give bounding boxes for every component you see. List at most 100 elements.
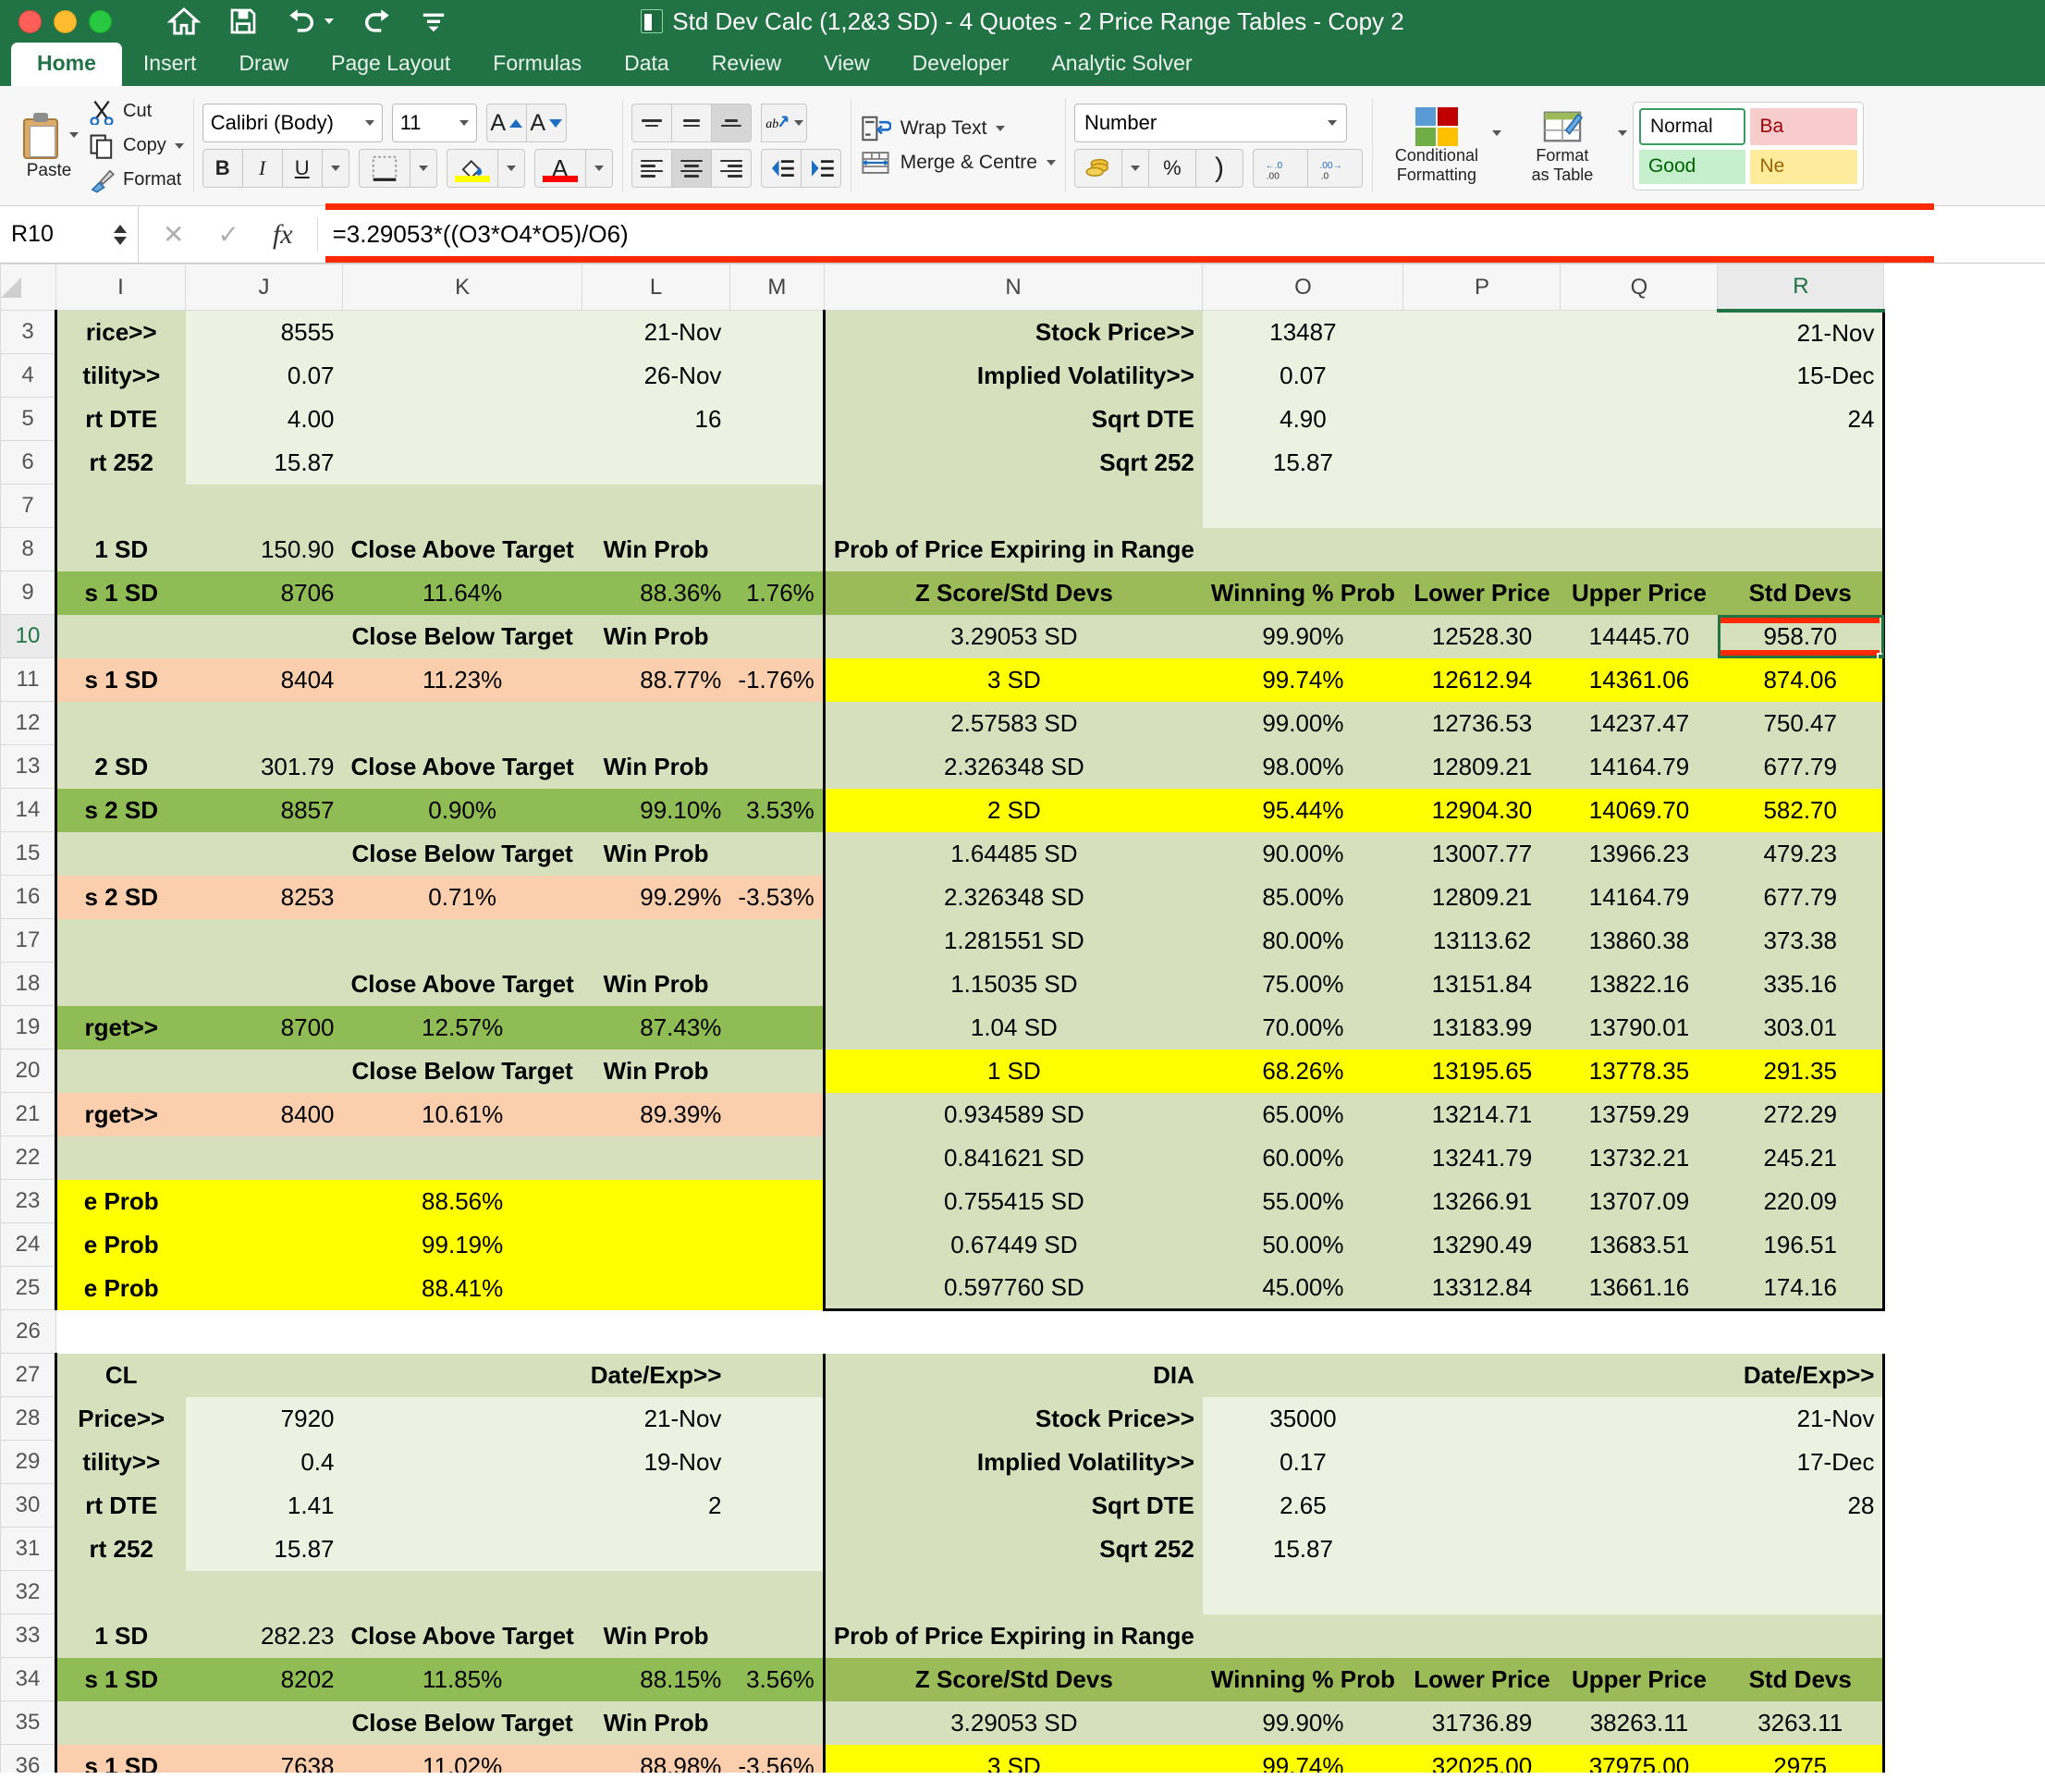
save-icon[interactable] — [228, 6, 258, 36]
row-header-33[interactable]: 33 — [0, 1614, 56, 1658]
cell-L21[interactable]: 89.39% — [582, 1092, 730, 1136]
name-box-spinner[interactable] — [114, 224, 127, 245]
cell-J9[interactable]: 8706 — [185, 571, 343, 615]
number-format-chevron-down-icon[interactable] — [1327, 120, 1337, 126]
cell-R11[interactable]: 874.06 — [1717, 657, 1886, 702]
font-size-chevron-down-icon[interactable] — [459, 120, 469, 126]
cell-K20[interactable]: Close Below Target — [342, 1049, 582, 1093]
cell-O36[interactable]: 99.74% — [1202, 1744, 1403, 1773]
cell-O23[interactable]: 55.00% — [1202, 1179, 1403, 1223]
cell-R18[interactable]: 335.16 — [1717, 962, 1886, 1006]
wrap-text-dropdown-icon[interactable] — [996, 126, 1006, 131]
cell-N34[interactable]: Z Score/Std Devs — [822, 1657, 1203, 1701]
cell-I23[interactable]: e Prob — [55, 1179, 186, 1223]
column-header-R[interactable]: R — [1717, 264, 1885, 313]
cell-R31[interactable] — [1717, 1527, 1886, 1571]
cell-P36[interactable]: 32025.00 — [1402, 1744, 1561, 1773]
italic-button[interactable]: I — [241, 149, 283, 188]
cell-style-bad[interactable]: Ba — [1750, 107, 1857, 145]
cell-L29[interactable]: 19-Nov — [582, 1440, 730, 1484]
cell-K27[interactable] — [342, 1353, 582, 1397]
cell-P16[interactable]: 12809.21 — [1402, 875, 1561, 919]
cell-L19[interactable]: 87.43% — [582, 1005, 730, 1049]
row-header-11[interactable]: 11 — [0, 657, 56, 702]
cell-I6[interactable]: rt 252 — [55, 440, 186, 485]
row-header-17[interactable]: 17 — [0, 918, 56, 963]
row-header-10[interactable]: 10 — [0, 614, 56, 658]
cell-J6[interactable]: 15.87 — [185, 440, 343, 485]
cell-J28[interactable]: 7920 — [185, 1396, 343, 1441]
cell-N23[interactable]: 0.755415 SD — [822, 1179, 1203, 1223]
align-center-button[interactable] — [670, 149, 712, 188]
cell-Q8[interactable] — [1560, 527, 1718, 571]
row-header-4[interactable]: 4 — [0, 353, 56, 398]
cell-I9[interactable]: s 1 SD — [55, 571, 186, 615]
cell-P30[interactable] — [1402, 1483, 1561, 1528]
cell-Q17[interactable]: 13860.38 — [1560, 918, 1718, 963]
font-name-chevron-down-icon[interactable] — [364, 120, 374, 126]
comma-style-button[interactable]: ) — [1194, 149, 1243, 188]
select-all-corner[interactable] — [0, 264, 56, 311]
row-header-20[interactable]: 20 — [0, 1049, 56, 1093]
cell-P12[interactable]: 12736.53 — [1402, 701, 1561, 745]
maximize-window-button[interactable] — [89, 9, 112, 33]
redo-icon[interactable] — [361, 7, 393, 35]
cell-L28[interactable]: 21-Nov — [582, 1396, 730, 1441]
format-as-table-dropdown-icon[interactable] — [1617, 129, 1627, 136]
cell-N28[interactable]: Stock Price>> — [822, 1396, 1203, 1441]
cell-O15[interactable]: 90.00% — [1202, 831, 1403, 876]
align-left-button[interactable] — [631, 149, 672, 188]
cell-Q15[interactable]: 13966.23 — [1560, 831, 1718, 876]
row-header-9[interactable]: 9 — [0, 571, 56, 615]
font-size-combobox[interactable]: 11 — [391, 104, 477, 142]
row-header-12[interactable]: 12 — [0, 701, 56, 745]
cell-J36[interactable]: 7638 — [185, 1744, 343, 1773]
cell-Q34[interactable]: Upper Price — [1560, 1657, 1718, 1701]
tab-view[interactable]: View — [802, 43, 890, 86]
cell-M11[interactable]: -1.76% — [729, 657, 826, 702]
cell-P35[interactable]: 31736.89 — [1402, 1700, 1561, 1745]
cell-L26[interactable] — [582, 1309, 730, 1354]
cell-K5[interactable] — [342, 397, 582, 441]
cell-J7[interactable] — [185, 484, 343, 528]
cell-R16[interactable]: 677.79 — [1717, 875, 1886, 919]
bold-button[interactable]: B — [202, 149, 243, 188]
cell-K19[interactable]: 12.57% — [342, 1005, 582, 1049]
cell-style-neutral[interactable]: Ne — [1750, 150, 1857, 184]
cell-J5[interactable]: 4.00 — [185, 397, 343, 441]
font-name-combobox[interactable]: Calibri (Body) — [202, 104, 383, 142]
cell-R19[interactable]: 303.01 — [1717, 1005, 1886, 1049]
fill-color-button[interactable] — [446, 149, 498, 188]
cell-K29[interactable] — [342, 1440, 582, 1484]
cell-Q21[interactable]: 13759.29 — [1560, 1092, 1718, 1136]
cell-K33[interactable]: Close Above Target — [342, 1614, 582, 1658]
cell-L3[interactable]: 21-Nov — [582, 310, 730, 354]
cell-L13[interactable]: Win Prob — [582, 744, 730, 789]
cell-style-good[interactable]: Good — [1638, 150, 1746, 184]
cell-P32[interactable] — [1402, 1570, 1561, 1614]
cell-M16[interactable]: -3.53% — [729, 875, 826, 919]
cell-K18[interactable]: Close Above Target — [342, 962, 582, 1006]
cell-P26[interactable] — [1402, 1309, 1561, 1354]
cell-N18[interactable]: 1.15035 SD — [822, 962, 1203, 1006]
cell-I5[interactable]: rt DTE — [55, 397, 186, 441]
wrap-text-button[interactable]: Wrap Text — [860, 115, 1056, 142]
cell-O21[interactable]: 65.00% — [1202, 1092, 1403, 1136]
row-header-23[interactable]: 23 — [0, 1179, 56, 1223]
cell-M22[interactable] — [729, 1135, 826, 1180]
cell-R9[interactable]: Std Devs — [1717, 571, 1886, 615]
undo-dropdown-icon[interactable] — [325, 18, 334, 24]
cell-R32[interactable] — [1717, 1570, 1886, 1614]
cell-O34[interactable]: Winning % Prob — [1202, 1657, 1403, 1701]
cell-R20[interactable]: 291.35 — [1717, 1049, 1886, 1093]
cell-I15[interactable] — [55, 831, 186, 876]
tab-developer[interactable]: Developer — [891, 43, 1031, 86]
cell-M32[interactable] — [729, 1570, 826, 1614]
cell-O31[interactable]: 15.87 — [1202, 1527, 1403, 1571]
cell-K7[interactable] — [342, 484, 582, 528]
cell-R27[interactable]: Date/Exp>> — [1717, 1353, 1886, 1397]
cell-N33[interactable]: Prob of Price Expiring in Range — [822, 1614, 1203, 1658]
row-header-19[interactable]: 19 — [0, 1005, 56, 1049]
cell-M20[interactable] — [729, 1049, 826, 1093]
cell-M26[interactable] — [729, 1309, 825, 1354]
